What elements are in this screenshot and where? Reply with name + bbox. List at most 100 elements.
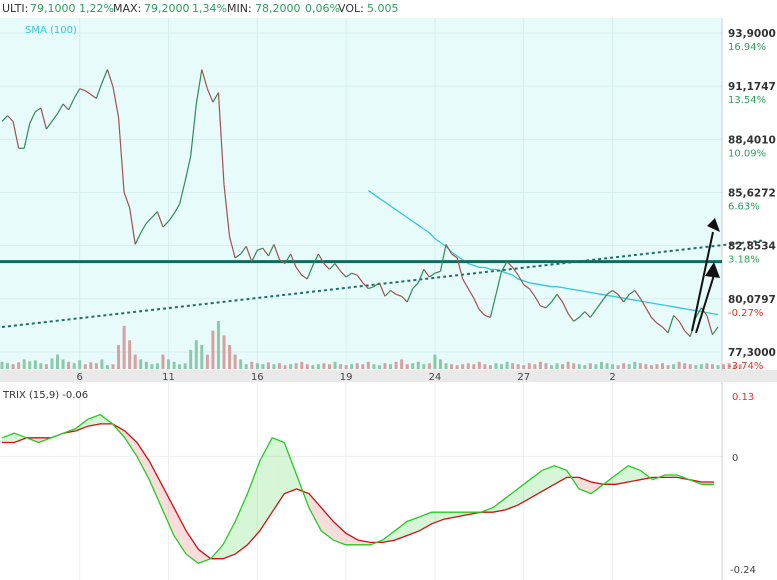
volume-bar (278, 363, 282, 369)
volume-bar (17, 362, 21, 369)
volume-bar (472, 364, 476, 369)
volume-bar (139, 359, 143, 369)
volume-bar (394, 361, 398, 369)
volume-bar (266, 362, 270, 369)
volume-bar (427, 363, 431, 369)
trix-fill-segment (173, 507, 187, 555)
volume-bar (28, 361, 32, 369)
volume-bar (122, 325, 126, 369)
volume-bar (422, 364, 426, 369)
volume-bar (616, 365, 620, 369)
volume-bar (505, 361, 509, 369)
volume-bar (455, 365, 459, 369)
volume-bar (366, 361, 370, 369)
pct-tick-0: 16.94% (728, 42, 766, 53)
volume-bar (94, 363, 98, 369)
volume-bar (533, 364, 537, 369)
volume-bar (133, 354, 137, 369)
volume-bar (411, 363, 415, 369)
volume-bar (339, 364, 343, 369)
volume-bar (6, 363, 10, 369)
volume-bar (588, 363, 592, 369)
volume-bar (39, 363, 43, 369)
volume-bar (444, 363, 448, 369)
volume-bar (233, 354, 237, 369)
vol-label: VOL: (338, 2, 364, 15)
volume-bar (511, 363, 515, 369)
volume-bar (272, 364, 276, 369)
volume-bar (67, 361, 71, 369)
trix-fill-segment (161, 484, 174, 536)
volume-bar (694, 365, 698, 369)
volume-bar (250, 361, 254, 369)
volume-bar (261, 364, 265, 369)
price-tick-2: 88,4010 (728, 134, 776, 146)
ulti-label: ULTI: (2, 2, 28, 15)
price-tick-4: 82,8534 (728, 241, 776, 253)
trix-label: TRIX (15,9) -0.06 (2, 390, 88, 401)
volume-bar (611, 364, 615, 369)
volume-bar (488, 365, 492, 369)
pct-tick-2: 10.09% (728, 148, 766, 159)
price-tick-6: 77,3000 (728, 347, 776, 359)
volume-bar (500, 364, 504, 369)
volume-bar (638, 363, 642, 369)
volume-bar (655, 364, 659, 369)
max-label: MAX: (113, 2, 141, 15)
volume-bar (172, 361, 176, 369)
volume-bar (56, 354, 60, 369)
volume-bar (722, 364, 726, 369)
pct-tick-1: 13.54% (728, 95, 766, 106)
price-tick-3: 85,6272 (728, 188, 776, 200)
volume-bar (649, 365, 653, 369)
volume-bar (405, 364, 409, 369)
price-tick-1: 91,1747 (728, 81, 776, 93)
volume-bar (660, 363, 664, 369)
volume-bar (333, 361, 337, 369)
volume-bar (383, 363, 387, 369)
volume-bar (683, 363, 687, 369)
volume-bar (0, 361, 4, 369)
volume-bar (311, 365, 315, 369)
volume-bar (117, 345, 121, 369)
x-axis-band (0, 370, 777, 382)
trix-fill-segment (615, 465, 629, 485)
volume-bar (555, 363, 559, 369)
volume-bar (200, 345, 204, 369)
volume-bar (216, 321, 220, 369)
volume-bar (483, 364, 487, 369)
trix-tick-bottom: -0.24 (730, 565, 756, 576)
volume-bar (355, 363, 359, 369)
ulti-pct: 1,22% (79, 2, 114, 15)
trix-fill-segment (235, 493, 248, 555)
volume-bar (22, 359, 26, 369)
volume-bar (161, 354, 165, 369)
volume-bar (305, 364, 309, 369)
volume-bar (716, 365, 720, 369)
volume-bar (194, 340, 198, 369)
volume-bar (699, 364, 703, 369)
trix-fill-segment (259, 437, 273, 531)
volume-bar (205, 354, 209, 369)
volume-bar (244, 364, 248, 369)
volume-bar (666, 365, 670, 369)
volume-bar (61, 359, 65, 369)
x-tick-3: 19 (340, 372, 353, 383)
volume-bar (561, 364, 565, 369)
volume-bar (255, 363, 259, 369)
min-pct: 0,06% (305, 2, 340, 15)
volume-bar (100, 359, 104, 369)
volume-bar (289, 364, 293, 369)
volume-bar (361, 364, 365, 369)
volume-bar (389, 364, 393, 369)
volume-bar (633, 361, 637, 369)
volume-bar (644, 364, 648, 369)
pct-tick-5: -0.27% (728, 308, 763, 319)
volume-bar (327, 364, 331, 369)
volume-bar (416, 361, 420, 369)
volume-bar (549, 365, 553, 369)
volume-bar (111, 364, 115, 369)
volume-bar (239, 359, 243, 369)
volume-bar (11, 364, 15, 369)
volume-bar (672, 364, 676, 369)
